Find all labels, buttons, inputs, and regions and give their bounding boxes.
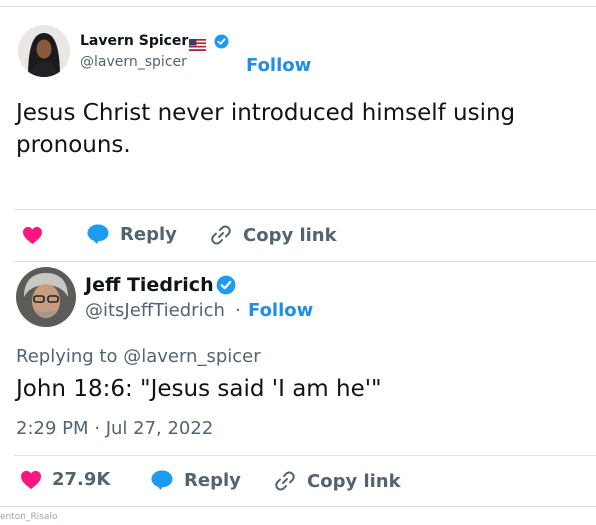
tweet2-timestamp[interactable]: 2:29 PM · Jul 27, 2022	[16, 418, 213, 439]
us-flag-icon	[189, 36, 206, 55]
lavern-handle[interactable]: @lavern_spicer	[80, 54, 187, 70]
tweet2-copy-link-button[interactable]: Copy link	[273, 469, 401, 493]
tweet1-divider	[14, 209, 596, 210]
tweet2-reply-button[interactable]: Reply	[150, 469, 241, 491]
handle-separator: ·	[235, 300, 241, 321]
link-icon	[273, 469, 297, 493]
heart-icon	[20, 470, 42, 490]
tweet2-text: John 18:6: "Jesus said 'I am he'"	[16, 376, 382, 402]
tweet1-copy-link-label: Copy link	[243, 224, 337, 246]
lavern-avatar[interactable]	[18, 25, 70, 77]
tweet2-like-count: 27.9K	[52, 469, 111, 490]
tweet2-copy-link-label: Copy link	[307, 470, 401, 492]
replying-to-text: Replying to @lavern_spicer	[16, 346, 261, 367]
tweet1-reply-button[interactable]: Reply	[86, 223, 177, 245]
jeff-avatar[interactable]	[16, 267, 76, 327]
tweet-separator-divider	[14, 261, 596, 262]
verified-badge-icon	[214, 34, 229, 53]
lavern-follow-button[interactable]: Follow	[246, 55, 311, 76]
tweet1-reply-label: Reply	[120, 223, 177, 245]
reply-bubble-icon	[86, 223, 110, 245]
link-icon	[209, 223, 233, 247]
tweet2-like-button[interactable]: 27.9K	[20, 469, 110, 490]
bottom-divider	[0, 506, 596, 507]
jeff-follow-button[interactable]: Follow	[248, 300, 313, 321]
jeff-name[interactable]: Jeff Tiedrich	[85, 274, 214, 296]
verified-badge-icon	[216, 275, 236, 299]
tweet1-text-line1: Jesus Christ never introduced himself us…	[16, 100, 516, 126]
tweet2-divider	[14, 455, 596, 456]
tweet1-text-line2: pronouns.	[16, 132, 131, 158]
lavern-name[interactable]: Lavern Spicer	[80, 33, 188, 49]
reply-bubble-icon	[150, 469, 174, 491]
tweet1-copy-link-button[interactable]: Copy link	[209, 223, 337, 247]
heart-icon	[22, 226, 43, 245]
top-divider	[0, 6, 596, 7]
watermark-text: enton_Risalo	[0, 512, 58, 522]
jeff-handle[interactable]: @itsJeffTiedrich	[85, 300, 225, 321]
tweet1-like-button[interactable]	[22, 226, 43, 245]
tweet2-reply-label: Reply	[184, 469, 241, 491]
